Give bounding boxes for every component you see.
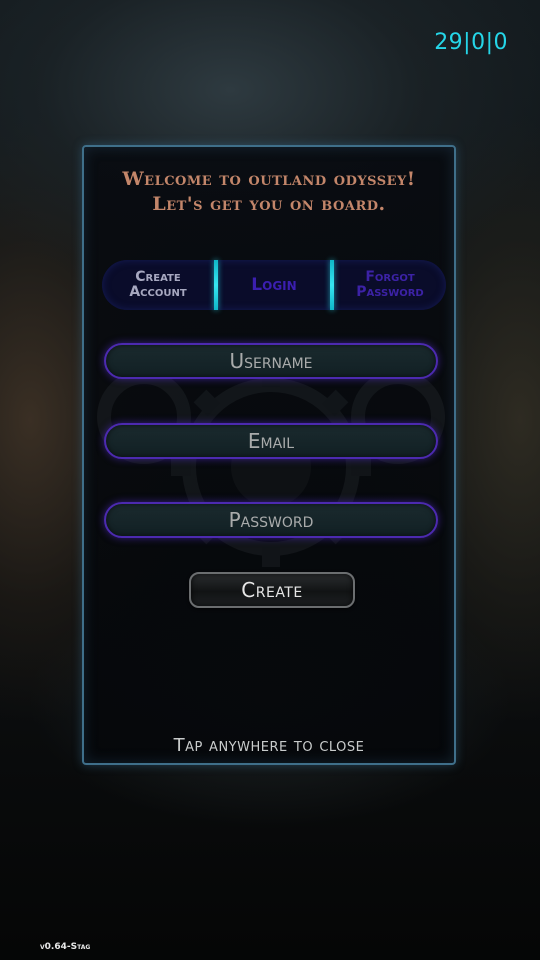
- username-input[interactable]: [106, 344, 436, 378]
- welcome-line-2: Let's get you on board.: [152, 193, 386, 215]
- username-field-frame: [104, 343, 438, 379]
- tab-forgot-password[interactable]: Forgot Password: [334, 260, 446, 310]
- create-button[interactable]: Create: [189, 572, 355, 608]
- tab-create-account-line-2: Account: [129, 284, 187, 300]
- email-field-frame: [104, 423, 438, 459]
- gear-icon: [97, 367, 445, 567]
- fps-readout: 29|0|0: [434, 30, 508, 55]
- welcome-line-1: Welcome to outland odyssey!: [122, 168, 416, 190]
- password-input[interactable]: [106, 503, 436, 537]
- tab-login[interactable]: Login: [218, 260, 330, 310]
- login-screen[interactable]: 29|0|0 Welcome to outland odyssey! Let's…: [0, 0, 540, 960]
- tab-login-label: Login: [251, 275, 297, 295]
- close-hint: Tap anywhere to close: [173, 735, 365, 756]
- email-input[interactable]: [106, 424, 436, 458]
- tab-create-account[interactable]: Create Account: [102, 260, 214, 310]
- account-dialog: Welcome to outland odyssey! Let's get yo…: [82, 145, 456, 765]
- password-field-frame: [104, 502, 438, 538]
- tab-forgot-password-line-1: Forgot: [365, 269, 415, 285]
- welcome-message: Welcome to outland odyssey! Let's get yo…: [84, 167, 454, 217]
- version-label: v0.64-Stag: [40, 942, 91, 952]
- tab-create-account-line-1: Create: [135, 269, 181, 285]
- tab-forgot-password-line-2: Password: [356, 284, 424, 300]
- auth-tabs: Create Account Login Forgot Password: [102, 260, 446, 310]
